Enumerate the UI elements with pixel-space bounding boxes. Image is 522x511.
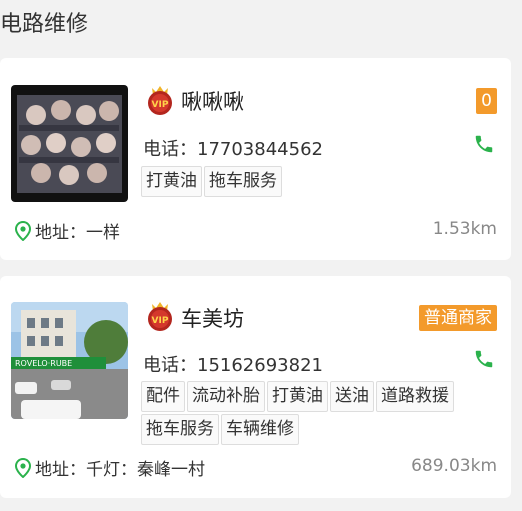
service-tag: 送油 [330,381,374,412]
distance-label: 689.03km [411,456,497,476]
phone-icon[interactable] [473,133,495,155]
shop-phone[interactable]: 电话：17703844562 [143,135,323,161]
service-tags: 配件 流动补胎 打黄油 送油 道路救援 拖车服务 车辆维修 [140,381,492,447]
shop-card[interactable]: VIP 啾啾啾 0 电话：17703844562 打黄油 拖车服务 地址：一样 … [0,58,511,260]
distance-label: 1.53km [432,219,497,239]
status-badge: 0 [476,88,497,114]
address-text: 地址：一样 [35,223,120,243]
section-title: 电路维修 [0,12,89,37]
svg-text:VIP: VIP [152,100,169,110]
status-badge: 普通商家 [419,305,497,331]
service-tag: 流动补胎 [187,381,265,412]
shop-address: 地址：一样 [14,218,120,243]
shop-thumbnail: ROVELO·RUBE [11,302,128,419]
shop-name: 啾啾啾 [181,90,244,114]
shop-address: 地址：千灯：秦峰一村 [14,455,205,480]
location-pin-icon [14,220,32,241]
shop-phone[interactable]: 电话：15162693821 [143,351,323,377]
shop-thumbnail [11,85,128,202]
location-pin-icon [14,457,32,478]
phone-icon[interactable] [473,348,495,370]
service-tag: 打黄油 [267,381,328,412]
service-tags: 打黄油 拖车服务 [140,166,492,199]
shop-card[interactable]: ROVELO·RUBE VIP 车美坊 普通商家 电话：15162693821 … [0,276,511,498]
svg-text:VIP: VIP [152,316,169,326]
address-text: 地址：千灯：秦峰一村 [35,460,205,480]
service-tag: 拖车服务 [141,414,219,445]
svg-text:ROVELO·RUBE: ROVELO·RUBE [15,359,72,368]
service-tag: 车辆维修 [221,414,299,445]
vip-icon: VIP [148,302,172,331]
service-tag: 拖车服务 [204,166,282,197]
service-tag: 道路救援 [376,381,454,412]
service-tag: 配件 [141,381,185,412]
vip-icon: VIP [148,86,172,115]
shop-name: 车美坊 [181,307,244,331]
service-tag: 打黄油 [141,166,202,197]
